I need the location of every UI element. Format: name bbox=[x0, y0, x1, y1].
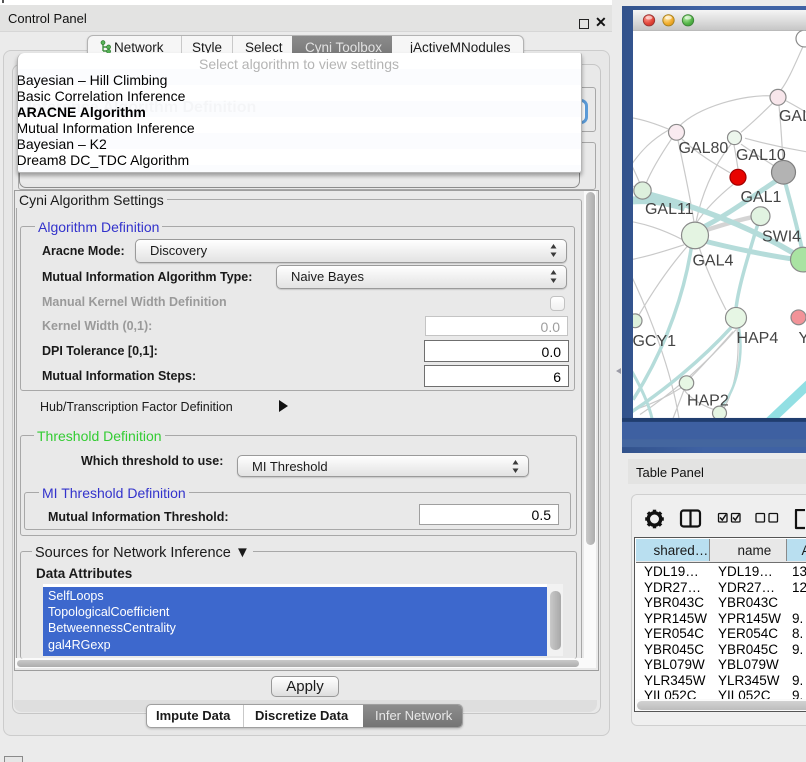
svg-text:GCY1: GCY1 bbox=[632, 333, 676, 350]
svg-text:GAL10: GAL10 bbox=[736, 147, 786, 164]
svg-text:SWI4: SWI4 bbox=[762, 228, 801, 245]
svg-text:GAL11: GAL11 bbox=[645, 201, 694, 218]
svg-text:HAP4: HAP4 bbox=[737, 330, 779, 347]
svg-text:HAP2: HAP2 bbox=[687, 393, 729, 410]
svg-text:GAL4: GAL4 bbox=[693, 253, 734, 270]
svg-text:GAL80: GAL80 bbox=[679, 140, 729, 157]
svg-text:GAL7: GAL7 bbox=[779, 108, 806, 125]
svg-text:YE: YE bbox=[798, 330, 806, 347]
svg-text:GAL1: GAL1 bbox=[740, 189, 781, 206]
